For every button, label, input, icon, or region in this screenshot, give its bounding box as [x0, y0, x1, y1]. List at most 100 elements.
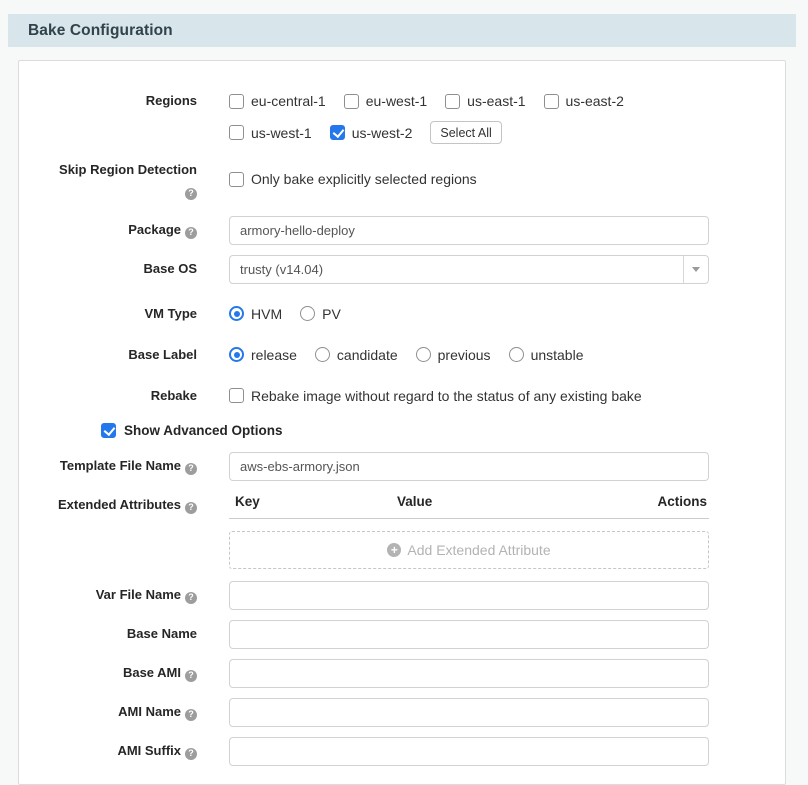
- base-label-option-candidate[interactable]: candidate: [315, 344, 398, 366]
- rebake-row: Rebake Rebake image without regard to th…: [34, 382, 770, 407]
- base-ami-label: Base AMI?: [34, 659, 197, 688]
- base-name-input[interactable]: [229, 620, 709, 649]
- regions-label: Regions: [34, 87, 197, 144]
- region-option-label: us-west-2: [352, 122, 413, 144]
- vm-type-radio-pv[interactable]: [300, 306, 315, 321]
- region-option-label: us-west-1: [251, 122, 312, 144]
- base-label-option-unstable[interactable]: unstable: [509, 344, 584, 366]
- region-option-label: eu-central-1: [251, 90, 326, 112]
- base-os-row: Base OS trusty (v14.04): [34, 255, 770, 284]
- base-label-option-label: previous: [438, 344, 491, 366]
- region-checkbox-eu-west-1[interactable]: [344, 94, 359, 109]
- base-label-row: Base Label release candidate previous un…: [34, 341, 770, 366]
- base-label-radio-release[interactable]: [229, 347, 244, 362]
- region-option-eu-central-1[interactable]: eu-central-1: [229, 90, 326, 112]
- base-label-option-release[interactable]: release: [229, 344, 297, 366]
- base-os-selected-value: trusty (v14.04): [230, 256, 683, 283]
- region-option-us-west-1[interactable]: us-west-1: [229, 122, 312, 144]
- help-icon[interactable]: ?: [185, 748, 197, 760]
- extended-attributes-row: Extended Attributes? Key Value Actions +…: [34, 491, 770, 569]
- skip-region-detection-row: Skip Region Detection ? Only bake explic…: [34, 156, 770, 200]
- help-icon[interactable]: ?: [185, 502, 197, 514]
- skip-region-detection-option[interactable]: Only bake explicitly selected regions: [229, 168, 477, 190]
- template-file-name-input[interactable]: [229, 452, 709, 481]
- base-label-option-previous[interactable]: previous: [416, 344, 491, 366]
- base-label-option-label: unstable: [531, 344, 584, 366]
- var-file-name-row: Var File Name?: [34, 581, 770, 610]
- region-checkbox-us-east-1[interactable]: [445, 94, 460, 109]
- show-advanced-options-checkbox[interactable]: [101, 423, 116, 438]
- vm-type-option-label: PV: [322, 303, 341, 325]
- select-caret-box[interactable]: [683, 256, 708, 283]
- rebake-option[interactable]: Rebake image without regard to the statu…: [229, 385, 642, 407]
- var-file-name-input[interactable]: [229, 581, 709, 610]
- help-icon[interactable]: ?: [185, 227, 197, 239]
- help-icon[interactable]: ?: [185, 463, 197, 475]
- region-option-label: eu-west-1: [366, 90, 427, 112]
- ami-suffix-row: AMI Suffix?: [34, 737, 770, 766]
- plus-circle-icon: +: [387, 543, 401, 557]
- package-row: Package?: [34, 216, 770, 245]
- bake-configuration-panel: Regions eu-central-1 eu-west-1 us-east-1…: [18, 60, 786, 785]
- regions-row: Regions eu-central-1 eu-west-1 us-east-1…: [34, 87, 770, 144]
- template-file-name-label: Template File Name?: [34, 452, 197, 481]
- help-icon[interactable]: ?: [185, 709, 197, 721]
- region-option-us-west-2[interactable]: us-west-2: [330, 122, 413, 144]
- base-os-select[interactable]: trusty (v14.04): [229, 255, 709, 284]
- ami-name-input[interactable]: [229, 698, 709, 727]
- add-extended-attribute-button[interactable]: + Add Extended Attribute: [229, 531, 709, 569]
- region-checkbox-eu-central-1[interactable]: [229, 94, 244, 109]
- vm-type-row: VM Type HVM PV: [34, 300, 770, 325]
- vm-type-option-label: HVM: [251, 303, 282, 325]
- select-all-button[interactable]: Select All: [430, 121, 501, 144]
- chevron-down-icon: [692, 267, 700, 272]
- base-name-label: Base Name: [34, 620, 197, 649]
- skip-region-detection-option-label: Only bake explicitly selected regions: [251, 168, 477, 190]
- skip-region-detection-label: Skip Region Detection ?: [34, 156, 197, 200]
- region-option-eu-west-1[interactable]: eu-west-1: [344, 90, 427, 112]
- column-header-key: Key: [229, 494, 397, 509]
- base-label-option-label: candidate: [337, 344, 398, 366]
- ami-name-label: AMI Name?: [34, 698, 197, 727]
- region-checkbox-us-west-1[interactable]: [229, 125, 244, 140]
- base-label-radio-unstable[interactable]: [509, 347, 524, 362]
- vm-type-label: VM Type: [34, 300, 197, 325]
- help-icon[interactable]: ?: [185, 592, 197, 604]
- rebake-label: Rebake: [34, 382, 197, 407]
- show-advanced-options-toggle[interactable]: Show Advanced Options: [101, 423, 770, 438]
- package-input[interactable]: [229, 216, 709, 245]
- base-name-row: Base Name: [34, 620, 770, 649]
- help-icon[interactable]: ?: [185, 670, 197, 682]
- rebake-checkbox[interactable]: [229, 388, 244, 403]
- regions-options: eu-central-1 eu-west-1 us-east-1 us-east…: [229, 87, 709, 144]
- region-option-us-east-1[interactable]: us-east-1: [445, 90, 525, 112]
- base-label-option-label: release: [251, 344, 297, 366]
- region-checkbox-us-west-2[interactable]: [330, 125, 345, 140]
- vm-type-option-pv[interactable]: PV: [300, 303, 341, 325]
- column-header-actions: Actions: [629, 494, 709, 509]
- region-option-us-east-2[interactable]: us-east-2: [544, 90, 624, 112]
- column-header-value: Value: [397, 494, 629, 509]
- region-option-label: us-east-2: [566, 90, 624, 112]
- vm-type-radio-hvm[interactable]: [229, 306, 244, 321]
- base-os-label: Base OS: [34, 255, 197, 284]
- vm-type-option-hvm[interactable]: HVM: [229, 303, 282, 325]
- page-title: Bake Configuration: [28, 22, 173, 40]
- region-checkbox-us-east-2[interactable]: [544, 94, 559, 109]
- show-advanced-options-label: Show Advanced Options: [124, 423, 283, 438]
- ami-suffix-label: AMI Suffix?: [34, 737, 197, 766]
- section-header: Bake Configuration: [8, 14, 796, 47]
- region-option-label: us-east-1: [467, 90, 525, 112]
- base-label-radio-candidate[interactable]: [315, 347, 330, 362]
- extended-attributes-label: Extended Attributes?: [34, 491, 197, 569]
- base-label-radio-previous[interactable]: [416, 347, 431, 362]
- extended-attributes-table-header: Key Value Actions: [229, 491, 709, 519]
- base-label-label: Base Label: [34, 341, 197, 366]
- ami-suffix-input[interactable]: [229, 737, 709, 766]
- ami-name-row: AMI Name?: [34, 698, 770, 727]
- skip-region-detection-checkbox[interactable]: [229, 172, 244, 187]
- template-file-name-row: Template File Name?: [34, 452, 770, 481]
- rebake-option-label: Rebake image without regard to the statu…: [251, 385, 642, 407]
- help-icon[interactable]: ?: [185, 188, 197, 200]
- base-ami-input[interactable]: [229, 659, 709, 688]
